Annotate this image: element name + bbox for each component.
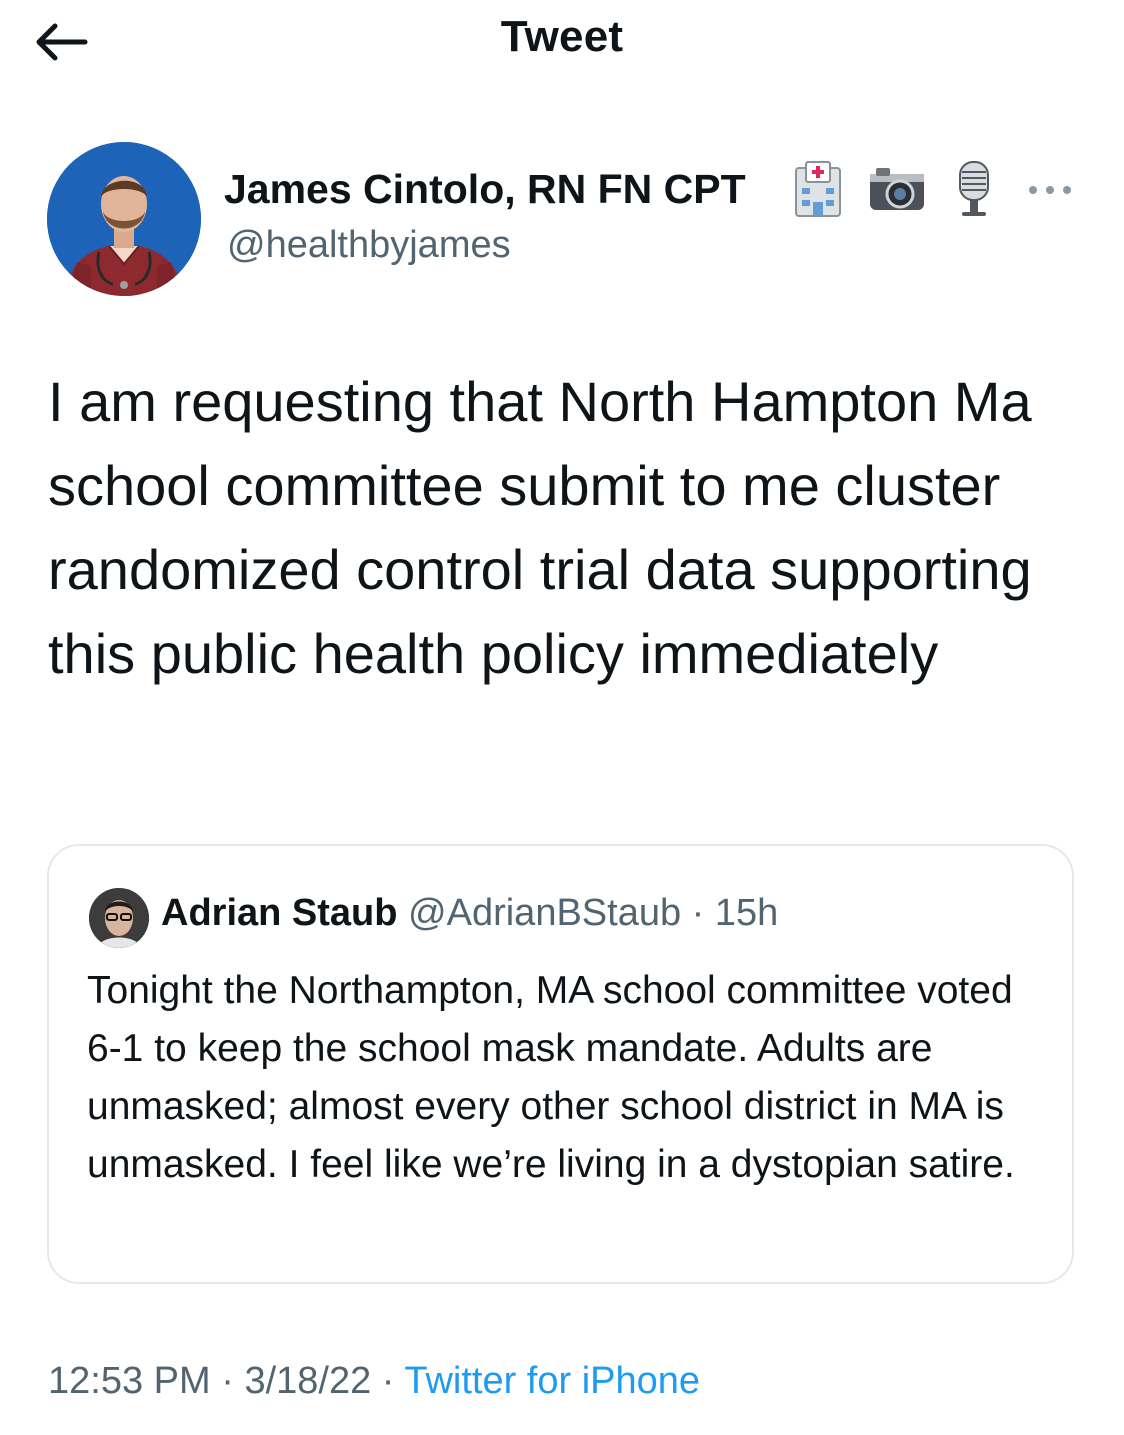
hospital-icon <box>795 161 841 217</box>
top-bar: Tweet <box>0 0 1124 84</box>
tweet-text: I am requesting that North Hampton Ma sc… <box>48 370 1032 685</box>
more-options-button[interactable] <box>1024 175 1076 205</box>
camera-icon <box>870 168 924 210</box>
author-name[interactable]: James Cintolo, RN FN CPT <box>224 166 746 213</box>
quoted-separator: · <box>691 892 705 934</box>
tweet-source-link[interactable]: Twitter for iPhone <box>404 1360 700 1402</box>
quoted-author-handle: @AdrianBStaub <box>408 892 682 934</box>
more-icon <box>1029 186 1071 194</box>
author-emojis <box>790 160 996 218</box>
author-handle[interactable]: @healthbyjames <box>227 224 511 267</box>
quoted-tweet-header: Adrian Staub @AdrianBStaub · 15h <box>161 892 778 935</box>
microphone-icon <box>959 161 989 216</box>
quoted-author-avatar <box>89 888 149 948</box>
avatar-image <box>47 142 201 296</box>
meta-separator-1: · <box>221 1360 234 1402</box>
page-title: Tweet <box>500 12 624 61</box>
tweet-time: 12:53 PM <box>48 1360 211 1402</box>
meta-separator-2: · <box>381 1360 395 1402</box>
tweet-meta: 12:53 PM · 3/18/22 · Twitter for iPhone <box>48 1360 700 1403</box>
quoted-avatar-image <box>89 888 149 948</box>
quoted-tweet[interactable]: Adrian Staub @AdrianBStaub · 15h Tonight… <box>47 844 1074 1284</box>
quoted-timestamp: 15h <box>714 892 779 934</box>
author-avatar[interactable] <box>47 142 201 296</box>
quoted-author-name: Adrian Staub <box>161 892 398 934</box>
tweet-date: 3/18/22 <box>244 1360 372 1402</box>
quoted-tweet-text: Tonight the Northampton, MA school commi… <box>87 969 1015 1186</box>
